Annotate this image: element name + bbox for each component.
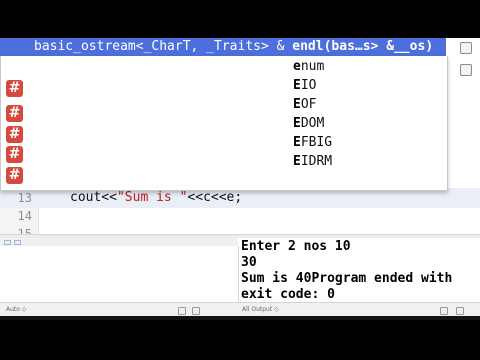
macro-kind-icon: #	[6, 146, 23, 163]
variables-scope-select[interactable]: Auto ◇	[6, 303, 26, 316]
dock-strip	[0, 316, 480, 320]
completion-item[interactable]: EFBIG	[293, 134, 332, 152]
macro-kind-icon: #	[6, 105, 23, 122]
split-icon[interactable]	[456, 307, 464, 315]
completion-item[interactable]: EIO	[293, 77, 316, 95]
completion-item[interactable]: EIDRM	[293, 153, 332, 171]
console-output[interactable]: Enter 2 nos 10 30 Sum is 40Program ended…	[239, 238, 480, 302]
debug-status-bar: Auto ◇ All Output ◇	[0, 302, 480, 316]
line-number: 14	[17, 209, 32, 223]
breakpoints-icon[interactable]	[14, 240, 21, 245]
add-editor-icon[interactable]	[460, 42, 472, 54]
hide-debug-area-icon[interactable]	[4, 240, 11, 245]
console-line: 30	[241, 255, 257, 270]
xcode-window: int a,b,c cout<<"Enter 2 nos" c=a+b; 13 …	[0, 38, 480, 316]
autocomplete-signature-bar: basic_ostream<_CharT, _Traits> & endl(ba…	[0, 38, 446, 57]
autocomplete-signature: basic_ostream<_CharT, _Traits> & endl(ba…	[34, 39, 434, 54]
completion-item[interactable]: enum	[293, 58, 324, 76]
code-line-13[interactable]: 13 cout<<"Sum is "<<c<<e;	[0, 188, 480, 208]
code-line-15[interactable]: 15	[0, 224, 480, 234]
debug-bar	[0, 238, 238, 246]
console-line: Sum is 40Program ended with	[241, 271, 453, 286]
console-line: exit code: 0	[241, 287, 335, 302]
macro-kind-icon: #	[6, 167, 23, 184]
macro-kind-icon: #	[6, 126, 23, 143]
completion-item[interactable]: EOF	[293, 96, 316, 114]
trash-icon[interactable]	[440, 307, 448, 315]
completion-item[interactable]: EDOM	[293, 115, 324, 133]
info-icon[interactable]	[178, 307, 186, 315]
console-line: Enter 2 nos 10	[241, 239, 351, 254]
related-items-icon[interactable]	[460, 64, 472, 76]
code-text: cout<<"Sum is "<<c<<e;	[70, 190, 243, 205]
autocomplete-list[interactable]: # # # # # enum EIO EOF EDOM EFBIG EIDRM	[0, 56, 448, 191]
line-number: 15	[17, 227, 32, 234]
code-line-14[interactable]: 14	[0, 206, 480, 226]
eye-icon[interactable]	[192, 307, 200, 315]
console-output-select[interactable]: All Output ◇	[242, 303, 279, 316]
line-number: 13	[17, 191, 32, 205]
variables-view	[0, 246, 239, 302]
code-editor[interactable]: int a,b,c cout<<"Enter 2 nos" c=a+b; 13 …	[0, 38, 480, 234]
macro-kind-icon: #	[6, 80, 23, 97]
